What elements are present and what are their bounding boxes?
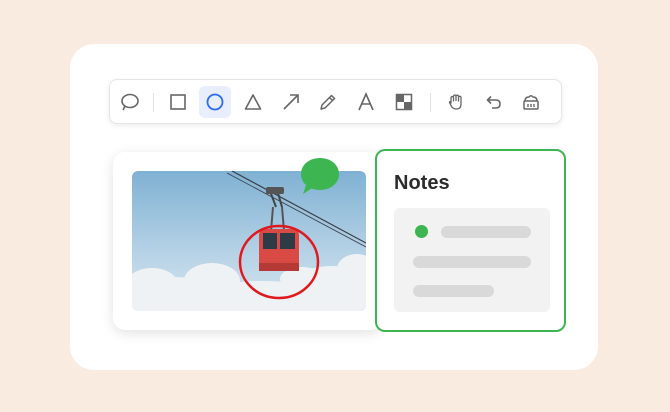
rectangle-icon — [170, 94, 186, 110]
note-entry[interactable] — [394, 208, 550, 312]
text-icon — [358, 92, 374, 111]
hand-tool[interactable] — [440, 86, 472, 118]
lasso-icon — [121, 93, 139, 111]
note-placeholder-line — [441, 226, 531, 238]
comment-bubble-icon[interactable] — [299, 156, 341, 198]
triangle-tool[interactable] — [237, 86, 269, 118]
pencil-icon — [320, 94, 336, 110]
rectangle-tool[interactable] — [162, 86, 194, 118]
pencil-tool[interactable] — [312, 86, 344, 118]
arrow-tool[interactable] — [275, 86, 307, 118]
mosaic-icon — [395, 93, 413, 111]
triangle-icon — [244, 94, 262, 110]
toolbar-separator — [430, 93, 431, 112]
note-status-dot — [415, 225, 428, 238]
annotation-toolbar — [109, 79, 562, 124]
hand-icon — [448, 94, 462, 110]
notes-title: Notes — [394, 172, 450, 194]
note-placeholder-line — [413, 256, 531, 268]
undo-icon — [486, 95, 501, 109]
eraser-tool[interactable] — [515, 86, 547, 118]
arrow-icon — [283, 94, 299, 110]
ellipse-icon — [206, 93, 224, 111]
ellipse-tool[interactable] — [199, 86, 231, 118]
ellipse-annotation[interactable] — [238, 224, 322, 304]
mosaic-tool[interactable] — [388, 86, 420, 118]
toolbar-separator — [153, 93, 154, 112]
eraser-icon — [523, 95, 539, 110]
lasso-tool[interactable] — [114, 86, 146, 118]
undo-tool[interactable] — [477, 86, 509, 118]
note-placeholder-line — [413, 285, 494, 297]
notes-panel: Notes — [375, 149, 566, 332]
text-tool[interactable] — [350, 86, 382, 118]
